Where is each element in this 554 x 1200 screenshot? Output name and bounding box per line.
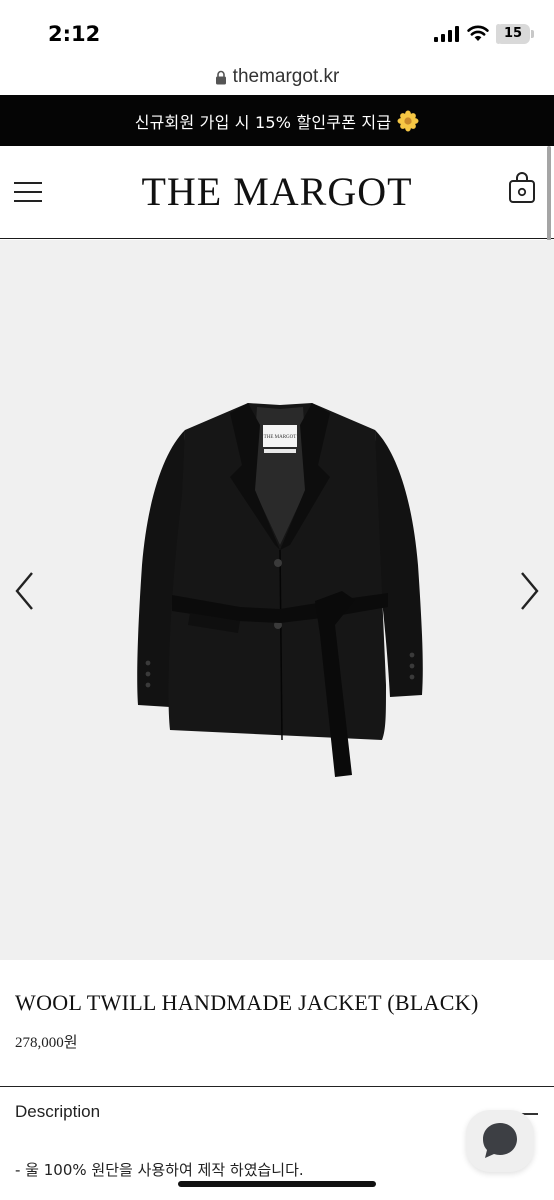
home-indicator <box>178 1181 376 1187</box>
shopping-bag-icon[interactable] <box>508 172 536 204</box>
battery-text: 15 <box>503 26 523 41</box>
site-logo[interactable]: THE MARGOT <box>0 168 554 215</box>
description-title[interactable]: Description <box>15 1102 100 1122</box>
chat-bubble-icon <box>483 1123 517 1158</box>
promo-banner[interactable]: 신규회원 가입 시 15% 할인쿠폰 지급 <box>0 95 554 146</box>
lock-icon <box>215 70 226 84</box>
site-header: THE MARGOT <box>0 146 554 239</box>
battery-tip <box>531 30 534 38</box>
battery-icon: 15 <box>496 24 530 44</box>
chat-button[interactable] <box>466 1110 534 1172</box>
status-time: 2:12 <box>48 22 101 46</box>
wifi-icon <box>467 25 489 41</box>
chevron-left-icon[interactable] <box>12 570 38 612</box>
flower-icon <box>397 110 419 131</box>
promo-text: 신규회원 가입 시 15% 할인쿠폰 지급 <box>134 112 392 132</box>
url-bar[interactable]: themargot.kr <box>0 62 554 92</box>
chevron-right-icon[interactable] <box>516 570 542 612</box>
url-text: themargot.kr <box>232 66 340 87</box>
product-price: 278,000원 <box>15 1035 78 1051</box>
product-image-carousel[interactable]: THE MARGOT <box>0 240 554 960</box>
black-jacket-image: THE MARGOT <box>137 403 423 777</box>
status-bar: 2:12 15 <box>0 0 554 60</box>
description-text: - 울 100% 원단을 사용하여 제작 하였습니다. <box>15 1161 304 1179</box>
signal-icon <box>434 26 459 42</box>
jacket-label-text: THE MARGOT <box>264 435 297 440</box>
product-name: WOOL TWILL HANDMADE JACKET (BLACK) <box>15 990 479 1015</box>
